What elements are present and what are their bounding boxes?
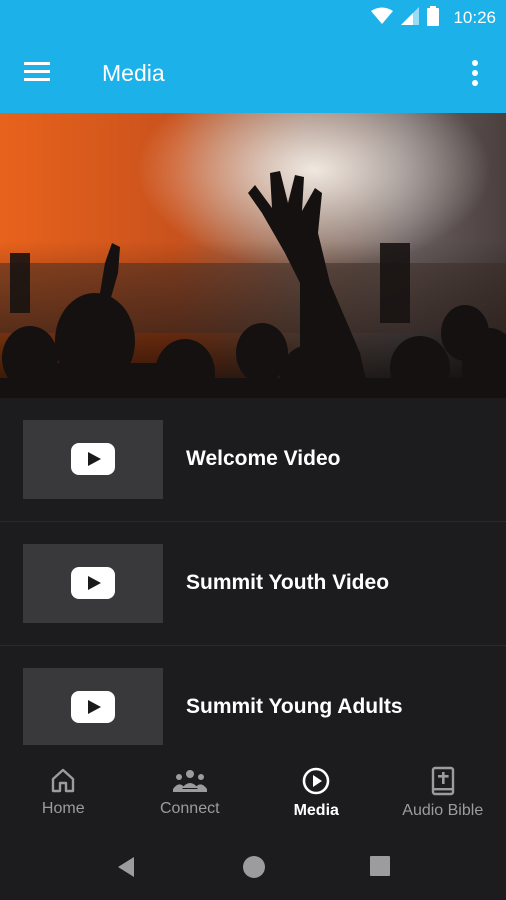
list-item-label: Summit Young Adults [186, 695, 403, 718]
media-list: Welcome Video Summit Youth Video Summit … [0, 398, 506, 745]
nav-label-home: Home [41, 800, 85, 817]
nav-item-home[interactable]: Home [0, 745, 127, 833]
nav-item-audio-bible[interactable]: Audio Bible [380, 745, 506, 833]
status-time: 10:26 [453, 8, 496, 27]
hamburger-menu-icon[interactable] [22, 60, 56, 90]
nav-item-media[interactable]: Media [253, 745, 380, 833]
back-icon[interactable] [114, 855, 138, 884]
youtube-play-icon [71, 691, 115, 723]
play-circle-icon [302, 767, 330, 795]
system-navigation-bar [0, 833, 506, 900]
app-bar: Media [0, 36, 506, 113]
bottom-navigation: Home Connect Media Audio Bible [0, 745, 506, 833]
recents-icon[interactable] [369, 855, 391, 882]
youtube-play-icon [71, 443, 115, 475]
nav-label-connect: Connect [159, 800, 220, 817]
status-icons: 10:26 [371, 5, 496, 31]
nav-label-media: Media [293, 802, 339, 819]
hero-banner-image [0, 113, 506, 398]
home-icon [52, 768, 75, 793]
list-item[interactable]: Summit Young Adults [0, 646, 506, 745]
battery-icon [427, 5, 440, 31]
wifi-icon [371, 7, 394, 30]
list-item-label: Welcome Video [186, 447, 341, 470]
list-item-label: Summit Youth Video [186, 571, 390, 594]
cell-signal-icon [401, 6, 420, 30]
home-circle-icon[interactable] [242, 855, 266, 884]
status-bar: 10:26 [0, 0, 506, 36]
nav-item-connect[interactable]: Connect [127, 745, 254, 833]
more-vert-icon[interactable] [462, 58, 488, 90]
bible-icon [431, 766, 454, 796]
list-item[interactable]: Summit Youth Video [0, 522, 506, 646]
youtube-play-icon [71, 567, 115, 599]
nav-label-audio-bible: Audio Bible [402, 802, 484, 819]
video-thumbnail [23, 668, 163, 745]
video-thumbnail [23, 544, 163, 623]
list-item[interactable]: Welcome Video [0, 398, 506, 522]
page-title: Media [102, 60, 165, 86]
group-icon [172, 770, 207, 792]
video-thumbnail [23, 420, 163, 499]
